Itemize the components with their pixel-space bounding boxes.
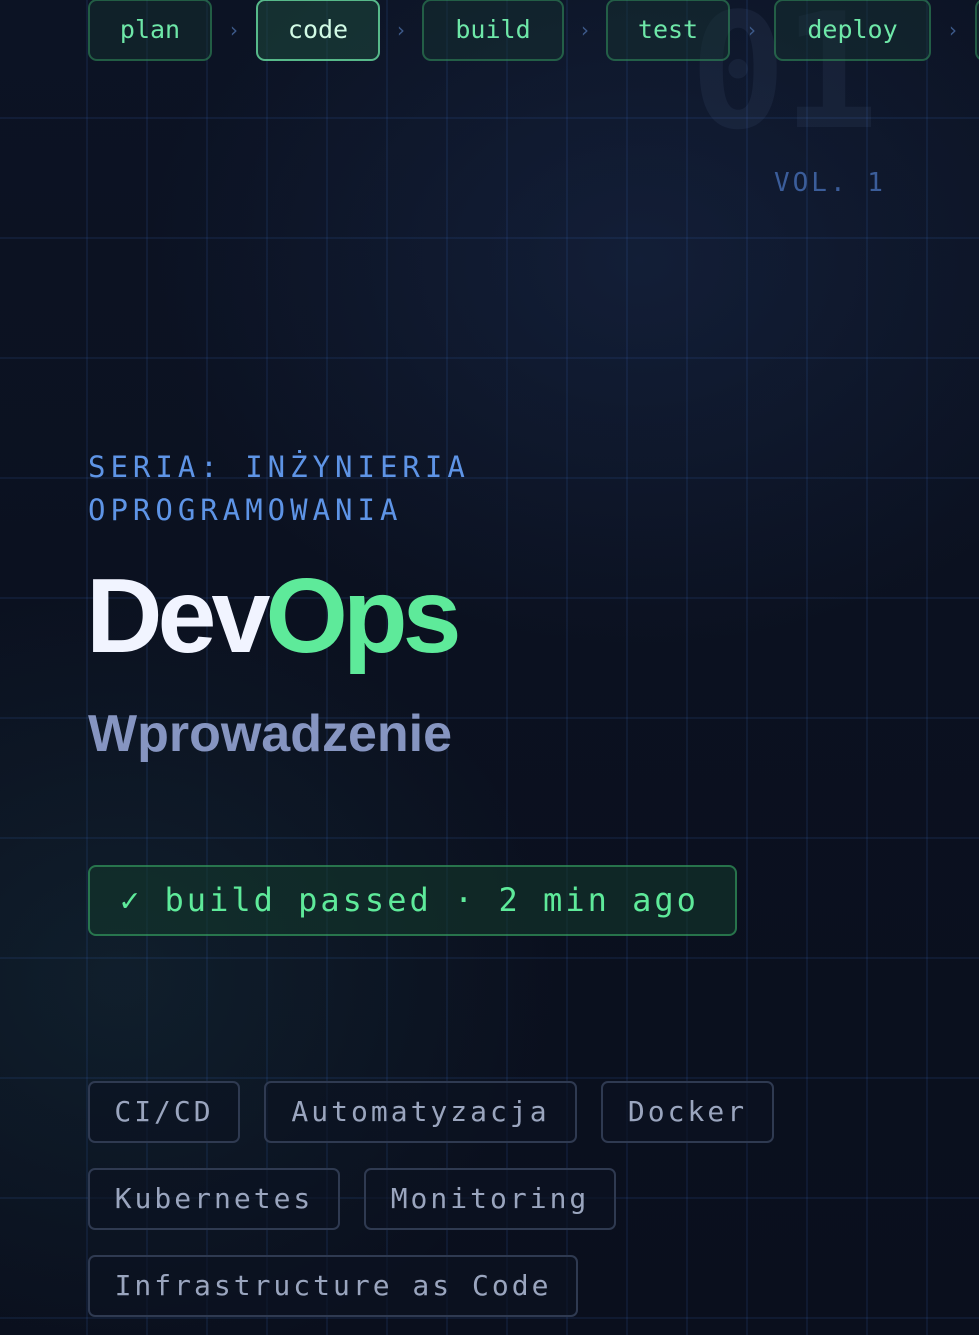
tag-automatyzacja[interactable]: Automatyzacja [264, 1081, 577, 1143]
title-part-ops: Ops [265, 557, 461, 675]
series-label: SERIA: INŻYNIERIA OPROGRAMOWANIA [88, 450, 470, 527]
chevron-right-icon: › [397, 18, 405, 42]
tag-monitoring[interactable]: Monitoring [364, 1168, 616, 1230]
pipeline-stage-build[interactable]: build [422, 0, 564, 61]
pipeline-stage-deploy[interactable]: deploy [774, 0, 931, 61]
build-status-badge: ✓ build passed · 2 min ago [88, 865, 737, 936]
pipeline-stage-code[interactable]: code [256, 0, 380, 61]
chevron-right-icon: › [949, 18, 957, 42]
volume-label: VOL. 1 [774, 168, 886, 198]
chevron-right-icon: › [748, 18, 756, 42]
page-title: DevOps [86, 556, 462, 676]
tag-kubernetes[interactable]: Kubernetes [88, 1168, 340, 1230]
tag-ci-cd[interactable]: CI/CD [88, 1081, 240, 1143]
tag-infrastructure-as-code[interactable]: Infrastructure as Code [88, 1255, 578, 1317]
pipeline-stage-plan[interactable]: plan [88, 0, 212, 61]
chevron-right-icon: › [581, 18, 589, 42]
pipeline-stages: plan › code › build › test › deploy › [88, 0, 979, 62]
pipeline-stage-test[interactable]: test [606, 0, 730, 61]
tag-docker[interactable]: Docker [601, 1081, 774, 1143]
title-part-dev: Dev [86, 557, 270, 675]
cover-page: 01 plan › code › build › test › deploy ›… [0, 0, 979, 1335]
chevron-right-icon: › [230, 18, 238, 42]
pipeline-stage-next[interactable] [975, 0, 979, 61]
page-subtitle: Wprowadzenie [88, 705, 453, 763]
